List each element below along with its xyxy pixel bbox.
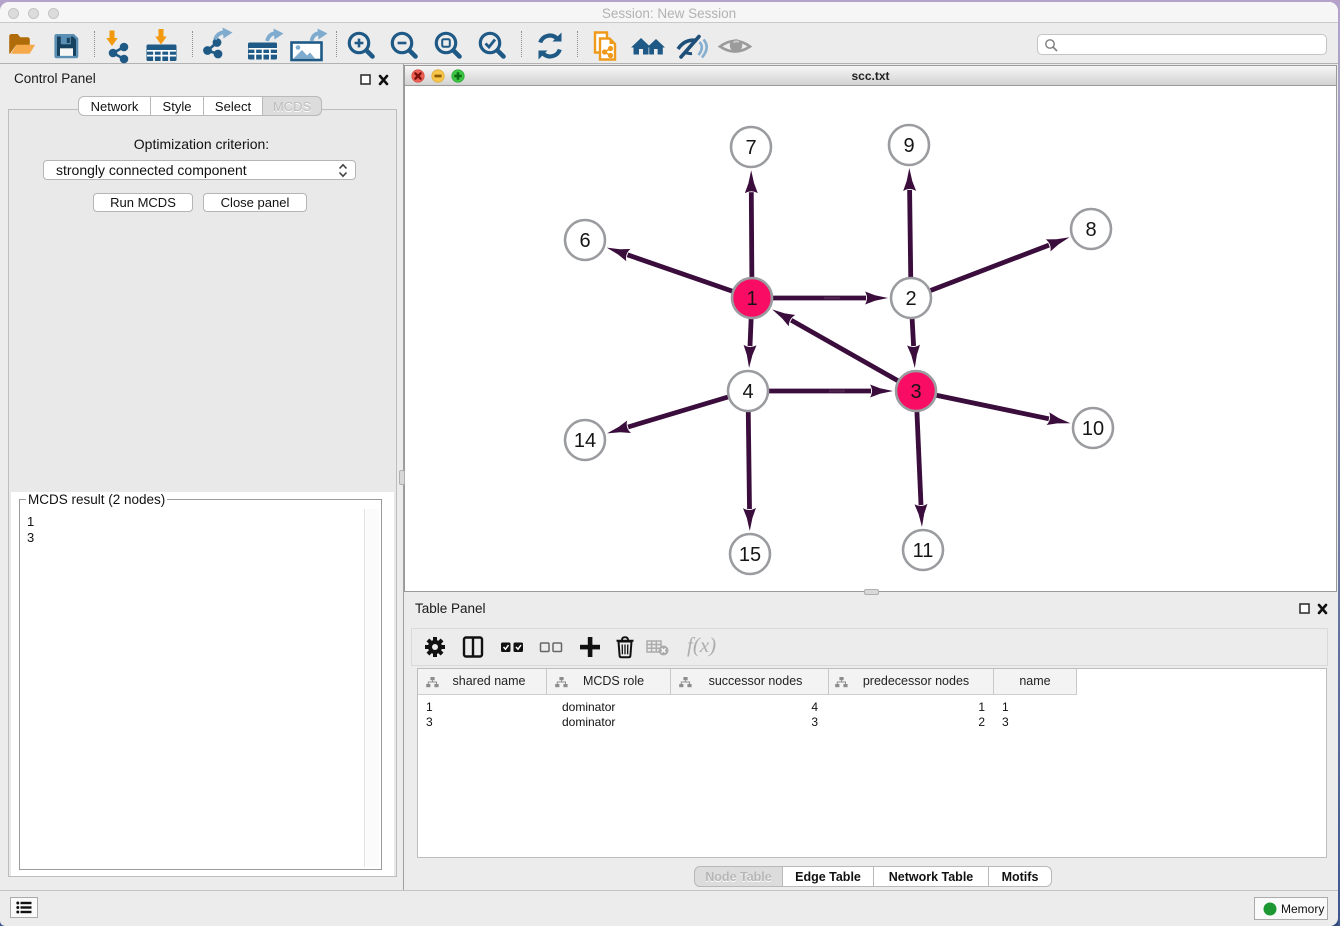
svg-text:10: 10 bbox=[1082, 418, 1104, 440]
svg-text:11: 11 bbox=[913, 540, 934, 562]
svg-text:1: 1 bbox=[746, 288, 757, 310]
svg-text:3: 3 bbox=[910, 381, 921, 403]
svg-text:4: 4 bbox=[742, 381, 753, 403]
svg-text:8: 8 bbox=[1085, 219, 1096, 241]
svg-text:2: 2 bbox=[905, 288, 916, 310]
svg-text:14: 14 bbox=[574, 430, 596, 452]
svg-text:15: 15 bbox=[739, 544, 761, 566]
svg-text:6: 6 bbox=[579, 230, 590, 252]
svg-text:9: 9 bbox=[903, 135, 914, 157]
svg-text:7: 7 bbox=[745, 137, 756, 159]
